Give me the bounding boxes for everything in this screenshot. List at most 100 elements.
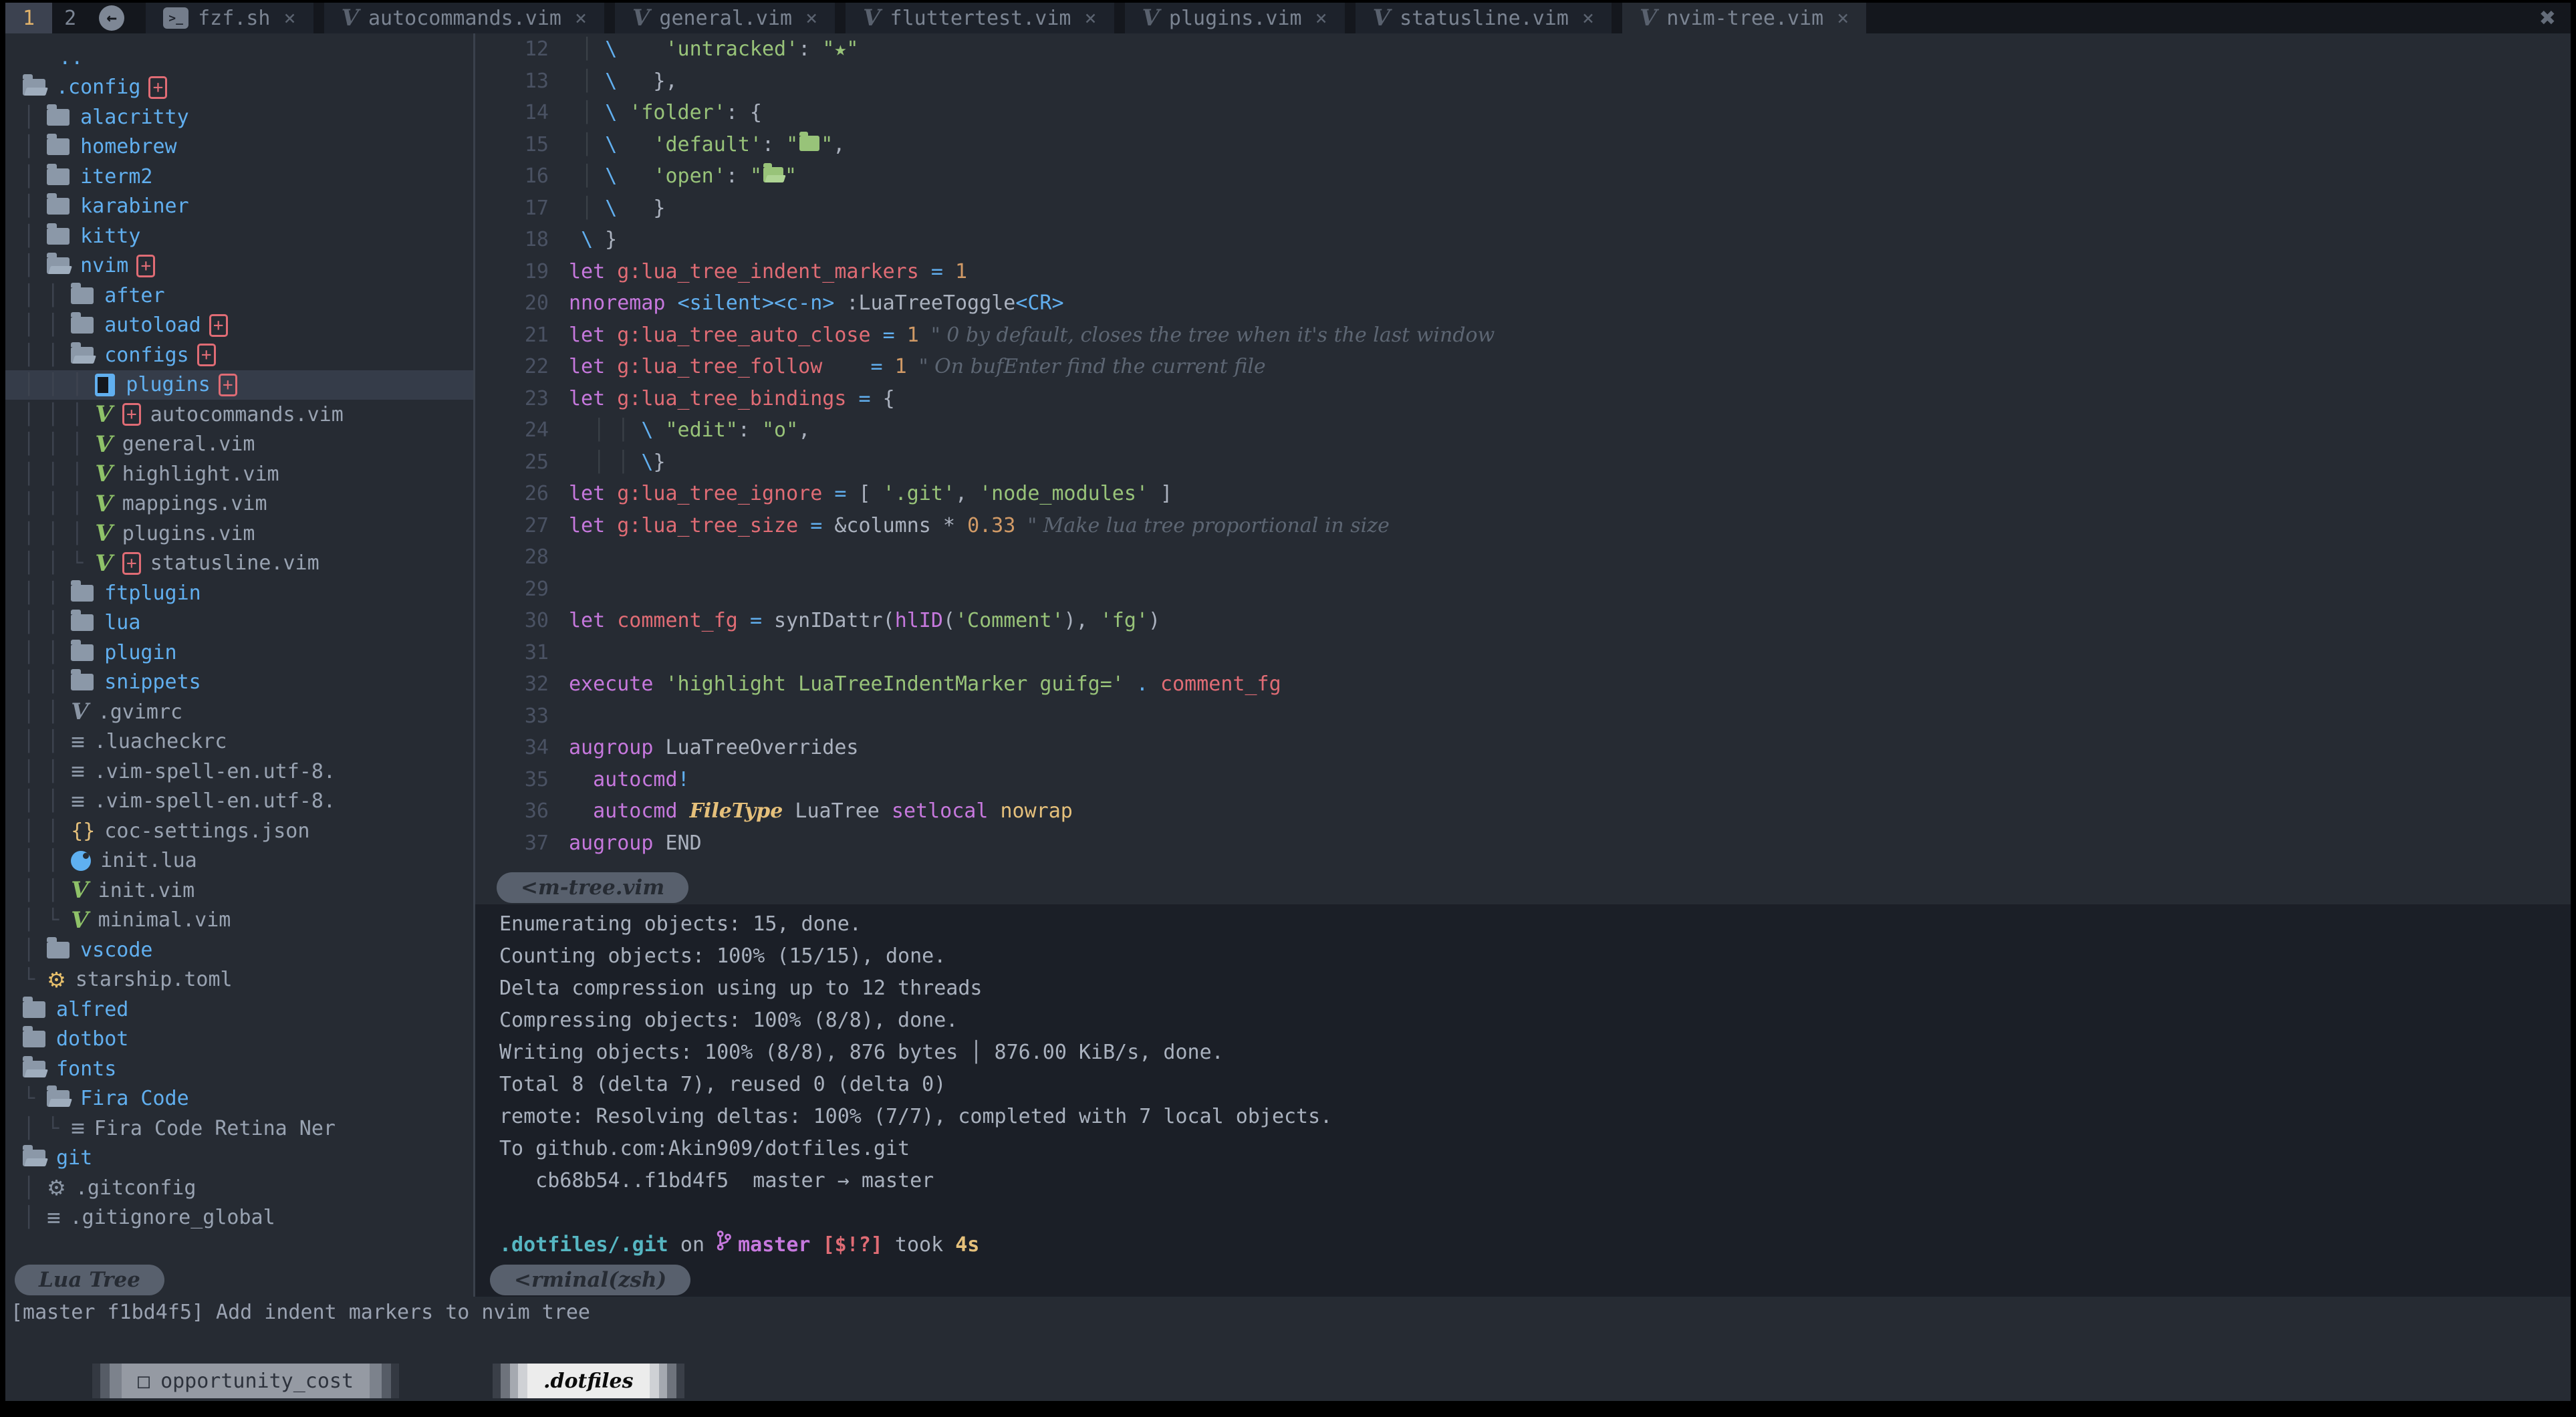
tree-row[interactable]: │ │ configs+	[5, 340, 473, 370]
tree-row[interactable]: │ ⚙.gitconfig	[5, 1173, 473, 1203]
tree-row[interactable]: │ kitty	[5, 221, 473, 251]
tree-row[interactable]: git	[5, 1144, 473, 1174]
code-text: let g:lua_tree_bindings = {	[569, 383, 895, 415]
code-text: │ \ },	[569, 66, 678, 98]
tree-guides: │ │	[23, 760, 71, 783]
tab-close-icon[interactable]: ×	[575, 7, 587, 30]
tree-row[interactable]: │ │ snippets	[5, 668, 473, 698]
back-arrow-icon[interactable]: ←	[99, 5, 124, 31]
list-file-icon: ≡	[47, 1204, 60, 1231]
vim-icon: V	[342, 5, 359, 31]
code-line: 31	[475, 637, 2571, 669]
tree-row[interactable]: │ │ │ Vmappings.vim	[5, 489, 473, 519]
gutter-line-number: 34	[475, 732, 569, 764]
tree-item-label: plugins.vim	[122, 522, 255, 545]
tree-row[interactable]: │ │ init.lua	[5, 846, 473, 876]
tree-row[interactable]: │ alacritty	[5, 102, 473, 132]
tree-row[interactable]: │ │ lua	[5, 608, 473, 638]
tree-guides: │ │	[23, 730, 71, 753]
tree-row[interactable]: │ │ {}coc-settings.json	[5, 816, 473, 846]
gutter-line-number: 35	[475, 764, 569, 796]
code-line: 18 \ }	[475, 224, 2571, 256]
tree-row[interactable]: │ │ └ V+statusline.vim	[5, 549, 473, 579]
vim-cmdline: [master f1bd4f5] Add indent markers to n…	[5, 1297, 2571, 1329]
code-line: 32execute 'highlight LuaTreeIndentMarker…	[475, 668, 2571, 700]
terminal-line: cb68b54..f1bd4f5 master → master	[499, 1165, 2571, 1197]
tree-row[interactable]: │ │ Vinit.vim	[5, 876, 473, 906]
tree-row[interactable]: │ karabiner	[5, 192, 473, 222]
gutter-line-number: 36	[475, 795, 569, 827]
tree-row[interactable]: └ Fira Code	[5, 1084, 473, 1114]
tab-close-icon[interactable]: ×	[1315, 7, 1327, 30]
tree-guides: │	[23, 165, 47, 188]
tree-item-label: mappings.vim	[122, 492, 267, 515]
page-indicator-1[interactable]: 1	[5, 3, 52, 33]
code-line: 30let comment_fg = synIDattr(hlID('Comme…	[475, 605, 2571, 637]
tree-row[interactable]: │ │ after	[5, 281, 473, 311]
tree-row[interactable]: ..	[5, 43, 473, 73]
tab-general.vim[interactable]: Vgeneral.vim×	[615, 3, 835, 33]
tree-row[interactable]: │ iterm2	[5, 162, 473, 192]
tree-item-label: configs	[104, 344, 188, 367]
tree-item-label: lua	[104, 611, 140, 634]
tree-row[interactable]: │ │ │ Vgeneral.vim	[5, 430, 473, 460]
tab-label: statusline.vim	[1400, 7, 1569, 30]
tab-close-icon[interactable]: ×	[805, 7, 817, 30]
terminal-pane[interactable]: Enumerating objects: 15, done.Counting o…	[475, 904, 2571, 1263]
tab-nvim-tree.vim[interactable]: Vnvim-tree.vim×	[1622, 3, 1866, 33]
tree-row[interactable]: │ │ │ plugins+	[5, 370, 473, 400]
tree-item-label: .luacheckrc	[94, 730, 227, 753]
tree-item-label: autoload	[104, 313, 201, 337]
tree-row[interactable]: │ │ V.gvimrc	[5, 697, 473, 727]
code-line: 24 │ │ \ "edit": "o",	[475, 414, 2571, 446]
tab-fzf.sh[interactable]: >_fzf.sh×	[146, 3, 313, 33]
tab-close-icon[interactable]: ×	[1582, 7, 1594, 30]
tab-fluttertest.vim[interactable]: Vfluttertest.vim×	[846, 3, 1114, 33]
tree-row[interactable]: .config+	[5, 73, 473, 103]
tree-row[interactable]: └ ⚙starship.toml	[5, 965, 473, 995]
tree-row[interactable]: │ ≡.gitignore_global	[5, 1203, 473, 1233]
tab-autocommands.vim[interactable]: Vautocommands.vim×	[324, 3, 604, 33]
tree-row[interactable]: │ │ ≡.vim-spell-en.utf-8.	[5, 757, 473, 787]
vim-file-icon: V	[71, 907, 88, 934]
tree-row[interactable]: │ nvim+	[5, 251, 473, 281]
file-tree[interactable]: ...config+│ alacritty│ homebrew│ iterm2│…	[5, 33, 473, 1263]
tab-close-icon[interactable]: ×	[284, 7, 296, 30]
tab-close-icon[interactable]: ×	[1837, 7, 1849, 30]
tree-row[interactable]: │ │ autoload+	[5, 311, 473, 341]
tree-row[interactable]: │ │ plugin	[5, 638, 473, 668]
page-indicator-2[interactable]: 2	[52, 3, 88, 33]
tree-row[interactable]: │ │ ≡.luacheckrc	[5, 727, 473, 757]
cursor-folder-icon	[95, 374, 115, 396]
tree-item-label: after	[104, 284, 164, 307]
tab-plugins.vim[interactable]: Vplugins.vim×	[1125, 3, 1345, 33]
tree-item-label: highlight.vim	[122, 463, 279, 486]
tree-row[interactable]: dotbot	[5, 1025, 473, 1055]
tree-row[interactable]: │ homebrew	[5, 132, 473, 162]
tree-row[interactable]: │ └ Vminimal.vim	[5, 906, 473, 936]
tree-item-label: karabiner	[80, 195, 189, 218]
tmux-window-opportunity_cost[interactable]: □opportunity_cost	[92, 1364, 399, 1398]
code-text: │ \ 'folder': {	[569, 97, 762, 129]
tree-row[interactable]: fonts	[5, 1054, 473, 1084]
close-all-icon[interactable]: ✖	[2540, 3, 2556, 33]
code-text: let g:lua_tree_auto_close = 1 " 0 by def…	[569, 319, 1495, 352]
tmux-window-.dotfiles[interactable]: .dotfiles	[493, 1364, 684, 1398]
tree-row[interactable]: │ vscode	[5, 935, 473, 965]
tree-row[interactable]: │ │ ≡.vim-spell-en.utf-8.	[5, 787, 473, 817]
tab-statusline.vim[interactable]: Vstatusline.vim×	[1356, 3, 1612, 33]
gutter-line-number: 12	[475, 33, 569, 66]
tree-row[interactable]: │ │ │ Vplugins.vim	[5, 519, 473, 549]
editor-pane[interactable]: 12 │ \ 'untracked': "★"13 │ \ },14 │ \ '…	[475, 33, 2571, 871]
tree-row[interactable]: │ │ │ V+autocommands.vim	[5, 400, 473, 430]
gear-icon: ⚙	[47, 1175, 66, 1200]
tab-close-icon[interactable]: ×	[1084, 7, 1096, 30]
tree-row[interactable]: │ └ ≡Fira Code Retina Ner	[5, 1114, 473, 1144]
tree-row[interactable]: │ │ ftplugin	[5, 578, 473, 608]
tree-row[interactable]: alfred	[5, 995, 473, 1025]
gutter-line-number: 20	[475, 287, 569, 319]
git-plus-badge-icon: +	[219, 374, 237, 396]
vim-file-icon: V	[95, 461, 112, 487]
tree-row[interactable]: │ │ │ Vhighlight.vim	[5, 459, 473, 489]
code-text: autocmd!	[569, 764, 690, 796]
